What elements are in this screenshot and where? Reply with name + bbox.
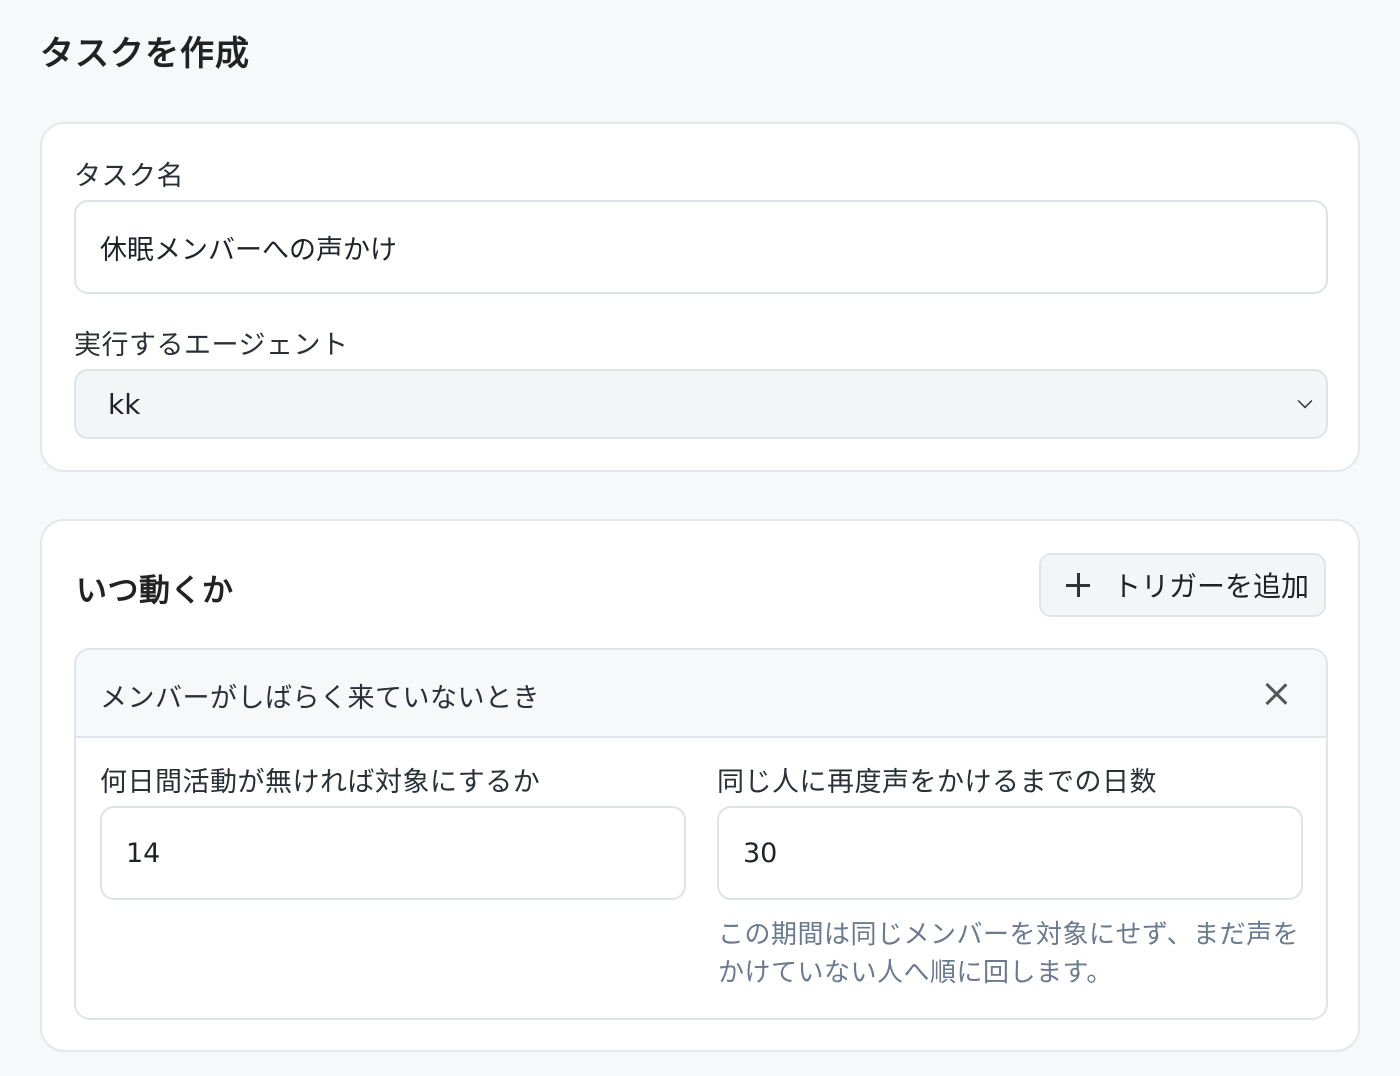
inactive-days-input[interactable]: 14	[100, 806, 686, 900]
trigger-header: メンバーがしばらく来ていないとき	[76, 650, 1326, 738]
trigger-item: メンバーがしばらく来ていないとき 何日間活動が無ければ対象にするか 14 同じ人…	[74, 648, 1328, 1020]
task-name-value: 休眠メンバーへの声かけ	[100, 234, 397, 266]
task-name-input[interactable]: 休眠メンバーへの声かけ	[74, 200, 1328, 294]
close-icon[interactable]	[1264, 682, 1288, 706]
agent-label: 実行するエージェント	[74, 330, 349, 361]
plus-icon	[1065, 572, 1091, 598]
create-task-page: タスクを作成 タスク名 休眠メンバーへの声かけ 実行するエージェント kk いつ…	[0, 0, 1400, 1076]
triggers-section-title: いつ動くか	[76, 573, 234, 609]
chevron-down-icon	[1297, 393, 1313, 409]
add-trigger-button[interactable]: トリガーを追加	[1039, 553, 1326, 617]
task-name-label: タスク名	[74, 161, 184, 192]
basic-info-card: タスク名 休眠メンバーへの声かけ 実行するエージェント kk	[40, 122, 1360, 472]
inactive-days-value: 14	[126, 837, 161, 869]
triggers-card: いつ動くか トリガーを追加 メンバーがしばらく来ていないとき 何日間活動が無けれ…	[40, 519, 1360, 1052]
trigger-title: メンバーがしばらく来ていないとき	[100, 683, 540, 714]
agent-select[interactable]: kk	[74, 369, 1328, 439]
cooldown-days-label: 同じ人に再度声をかけるまでの日数	[717, 767, 1157, 798]
add-trigger-label: トリガーを追加	[1113, 570, 1310, 603]
cooldown-days-input[interactable]: 30	[717, 806, 1303, 900]
page-title: タスクを作成	[40, 34, 250, 74]
cooldown-help-text: この期間は同じメンバーを対象にせず、まだ声をかけていない人へ順に回します。	[718, 920, 1300, 988]
cooldown-days-value: 30	[743, 837, 778, 869]
inactive-days-label: 何日間活動が無ければ対象にするか	[100, 767, 541, 798]
agent-selected-value: kk	[108, 387, 141, 421]
